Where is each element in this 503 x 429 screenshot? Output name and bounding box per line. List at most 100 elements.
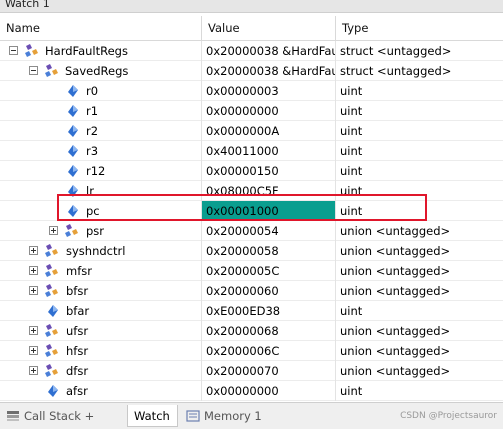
tree-row-hfsr[interactable]: hfsr 0x2000006C union <untagged> [0,341,503,361]
tree-row-value[interactable]: 0x20000060 [202,281,336,301]
window-title: Watch 1 [5,0,50,10]
tree-row-type: uint [340,304,363,318]
tree-row-r3[interactable]: r3 0x40011000 uint [0,141,503,161]
tree-row-dfsr[interactable]: dfsr 0x20000070 union <untagged> [0,361,503,381]
tree-row-name: ufsr [66,324,89,338]
expand-toggle[interactable] [29,246,38,255]
expand-toggle[interactable] [29,366,38,375]
tree-row-psr[interactable]: psr 0x20000054 union <untagged> [0,221,503,241]
column-header-type[interactable]: Type [336,16,496,41]
tree-row-type: uint [340,124,363,138]
tree-row-name: bfar [66,304,90,318]
tree-row-name: mfsr [66,264,92,278]
tree-row-name: dfsr [66,364,89,378]
tree-row-type: uint [340,104,363,118]
tree-row-bfar[interactable]: bfar 0xE000ED38 uint [0,301,503,321]
tree-row-name: SavedRegs [65,64,129,78]
tree-row-r2[interactable]: r2 0x0000000A uint [0,121,503,141]
tree-row-type: union <untagged> [340,264,451,278]
tree-row-value[interactable]: 0x20000038 &HardFau... [202,61,336,81]
column-header-value[interactable]: Value [202,16,336,41]
tree-row-type: union <untagged> [340,344,451,358]
tree-row-value[interactable]: 0x20000058 [202,241,336,261]
tree-row-name: hfsr [66,344,89,358]
tree-row-value[interactable]: 0x40011000 [202,141,336,161]
tree-row-value[interactable]: 0x00000000 [202,381,336,401]
tree-row-name: r3 [86,144,99,158]
tree-row-value[interactable]: 0xE000ED38 [202,301,336,321]
tree-row-value[interactable]: 0x20000054 [202,221,336,241]
tree-row-value[interactable]: 0x0000000A [202,121,336,141]
tree-row-type: struct <untagged> [340,64,452,78]
struct-icon [45,64,58,77]
expand-toggle[interactable] [29,326,38,335]
union-icon [45,244,58,257]
tree-row-value[interactable]: 0x00000003 [202,81,336,101]
tree-row-bfsr[interactable]: bfsr 0x20000060 union <untagged> [0,281,503,301]
tree-row-name: HardFaultRegs [45,44,128,58]
column-header-name[interactable]: Name [0,16,202,41]
tab-label: Watch 1 [134,409,170,423]
tree-row-type: union <untagged> [340,324,451,338]
tree-row-r0[interactable]: r0 0x00000003 uint [0,81,503,101]
collapse-toggle[interactable] [9,46,18,55]
tree-row-r12[interactable]: r12 0x00000150 uint [0,161,503,181]
tab-watch-1[interactable]: Watch 1 [127,405,178,427]
tree-row-value[interactable]: 0x2000005C [202,261,336,281]
tree-row-name: r2 [86,124,99,138]
tree-row-name: r1 [86,104,99,118]
field-icon [48,305,58,317]
highlight-annotation-box [57,194,427,221]
window-title-bar: Watch 1 [0,0,503,13]
struct-icon [25,44,38,57]
field-icon [68,145,78,157]
tree-row-name: psr [86,224,105,238]
tree-row-name: afsr [66,384,88,398]
collapse-toggle[interactable] [29,66,38,75]
memory-icon [186,410,200,422]
tree-row-name: bfsr [66,284,89,298]
column-header: Name Value Type [0,16,503,41]
field-icon [68,165,78,177]
union-icon [65,224,78,237]
tree-row-value[interactable]: 0x00000000 [202,101,336,121]
field-icon [68,125,78,137]
expand-toggle[interactable] [29,286,38,295]
tab-label: Call Stack + Locals [24,409,95,423]
field-icon [68,85,78,97]
tree-row-ufsr[interactable]: ufsr 0x20000068 union <untagged> [0,321,503,341]
union-icon [45,264,58,277]
tree-row-afsr[interactable]: afsr 0x00000000 uint [0,381,503,401]
tree-row-type: uint [340,84,363,98]
watch-tree: HardFaultRegs 0x20000038 &HardFau... str… [0,41,503,401]
tree-row-value[interactable]: 0x20000070 [202,361,336,381]
tree-row-r1[interactable]: r1 0x00000000 uint [0,101,503,121]
field-icon [48,385,58,397]
tree-row-name: syshndctrl [66,244,126,258]
tree-row-value[interactable]: 0x20000068 [202,321,336,341]
tree-row-value[interactable]: 0x00000150 [202,161,336,181]
tree-row-type: union <untagged> [340,244,451,258]
tree-row-value[interactable]: 0x20000038 &HardFau... [202,41,336,61]
tree-row-mfsr[interactable]: mfsr 0x2000005C union <untagged> [0,261,503,281]
field-icon [68,105,78,117]
union-icon [45,364,58,377]
expand-toggle[interactable] [29,346,38,355]
tree-row-type: union <untagged> [340,364,451,378]
tab-memory-1[interactable]: Memory 1 [186,405,266,427]
tree-row-savedregs[interactable]: SavedRegs 0x20000038 &HardFau... struct … [0,61,503,81]
tree-row-hardfaultregs[interactable]: HardFaultRegs 0x20000038 &HardFau... str… [0,41,503,61]
tree-row-syshndctrl[interactable]: syshndctrl 0x20000058 union <untagged> [0,241,503,261]
bottom-tab-bar: Call Stack + Locals Watch 1 Memory 1 CSD… [0,402,503,429]
tab-call-stack-locals[interactable]: Call Stack + Locals [6,405,124,427]
tab-label: Memory 1 [204,409,262,423]
call-stack-icon [7,411,19,421]
union-icon [45,284,58,297]
expand-toggle[interactable] [29,266,38,275]
tree-row-value[interactable]: 0x2000006C [202,341,336,361]
expand-toggle[interactable] [49,226,58,235]
tree-row-type: union <untagged> [340,284,451,298]
watermark-text: CSDN @Projectsauror [400,411,497,421]
tree-row-type: union <untagged> [340,224,451,238]
union-icon [45,344,58,357]
